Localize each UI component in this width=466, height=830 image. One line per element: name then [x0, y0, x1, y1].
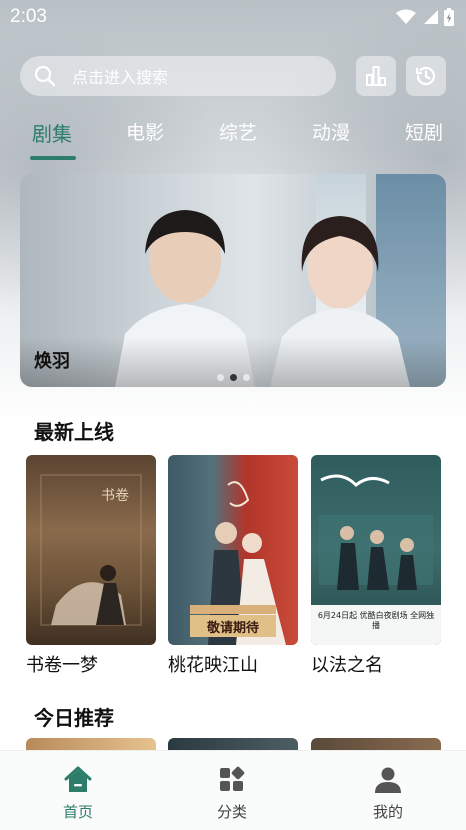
signal-icon	[424, 10, 438, 24]
search-placeholder: 点击进入搜索	[72, 68, 169, 87]
recommend-card[interactable]	[26, 738, 156, 750]
poster-art: 书卷	[40, 474, 142, 626]
tab-variety[interactable]: 综艺	[219, 118, 257, 145]
nav-category[interactable]: 分类	[192, 765, 272, 822]
tab-movie[interactable]: 电影	[126, 118, 164, 145]
recommend-card[interactable]	[168, 738, 298, 750]
latest-list: 书卷 书卷一梦 敬请期待 桃花映江山 6月24日起 优酷白夜剧场 全网独播 以法…	[26, 455, 446, 680]
pagination-dot-active[interactable]	[229, 374, 237, 381]
bar-chart-icon	[366, 66, 386, 86]
nav-category-label: 分类	[216, 803, 247, 821]
battery-icon	[444, 8, 454, 26]
pagination-dot[interactable]	[242, 374, 250, 381]
nav-home-label: 首页	[62, 803, 93, 821]
wifi-icon	[396, 9, 416, 24]
nav-profile[interactable]: 我的	[348, 765, 428, 822]
featured-banner[interactable]: 焕羽	[20, 174, 446, 387]
svg-text:书卷: 书卷	[101, 488, 129, 504]
history-icon	[415, 66, 436, 86]
tab-anime[interactable]: 动漫	[312, 118, 350, 145]
recommend-list	[26, 738, 446, 750]
pagination-dot[interactable]	[216, 374, 224, 381]
profile-icon	[375, 767, 401, 793]
recommend-card[interactable]	[311, 738, 441, 750]
card-title: 书卷一梦	[26, 655, 98, 676]
poster-image: 书卷	[26, 455, 156, 645]
card-title: 以法之名	[311, 655, 383, 676]
poster-image: 6月24日起 优酷白夜剧场 全网独播	[311, 455, 441, 645]
card-title: 桃花映江山	[168, 655, 258, 676]
poster-caption: 6月24日起 优酷白夜剧场 全网独播	[317, 611, 435, 630]
search-icon	[34, 65, 56, 87]
category-icon	[220, 766, 245, 791]
nav-profile-label: 我的	[372, 803, 403, 821]
latest-card[interactable]: 6月24日起 优酷白夜剧场 全网独播 以法之名	[311, 455, 441, 677]
poster-caption: 敬请期待	[206, 621, 259, 636]
banner-title: 焕羽	[34, 351, 70, 372]
ranking-button[interactable]	[356, 56, 396, 96]
tab-series[interactable]: 剧集	[32, 118, 72, 147]
home-icon	[64, 766, 92, 792]
banner-pagination	[20, 374, 446, 381]
tab-short-drama[interactable]: 短剧	[405, 118, 443, 145]
status-icons	[396, 8, 454, 26]
bottom-navigation: 首页 分类 我的	[0, 750, 466, 830]
status-time: 2:03	[10, 6, 47, 27]
section-title-latest: 最新上线	[34, 420, 114, 444]
category-tabs: 剧集 电影 综艺 动漫 短剧	[0, 118, 466, 168]
nav-home[interactable]: 首页	[38, 765, 118, 822]
section-title-recommend: 今日推荐	[34, 706, 114, 730]
latest-card[interactable]: 书卷 书卷一梦	[26, 455, 156, 677]
status-bar: 2:03	[0, 0, 466, 34]
search-row: 点击进入搜索	[20, 56, 446, 96]
latest-card[interactable]: 敬请期待 桃花映江山	[168, 455, 298, 677]
search-input[interactable]: 点击进入搜索	[20, 56, 336, 96]
active-tab-indicator	[30, 156, 76, 160]
poster-image: 敬请期待	[168, 455, 298, 645]
history-button[interactable]	[406, 56, 446, 96]
